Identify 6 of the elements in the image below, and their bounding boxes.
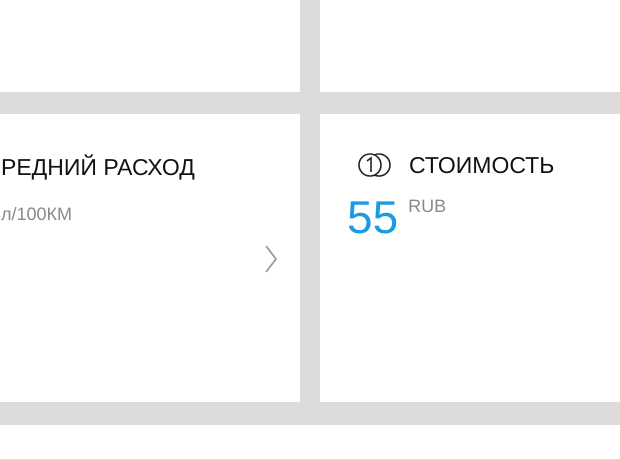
cost-value: 55 (347, 196, 398, 238)
unit-label: л/100КМ (1, 204, 74, 225)
card-title: СТОИМОСТЬ (409, 152, 554, 178)
currency-label: RUB (408, 196, 446, 217)
card-title: РЕДНИЙ РАСХОД (1, 154, 196, 180)
chevron-right-icon[interactable] (264, 244, 278, 274)
